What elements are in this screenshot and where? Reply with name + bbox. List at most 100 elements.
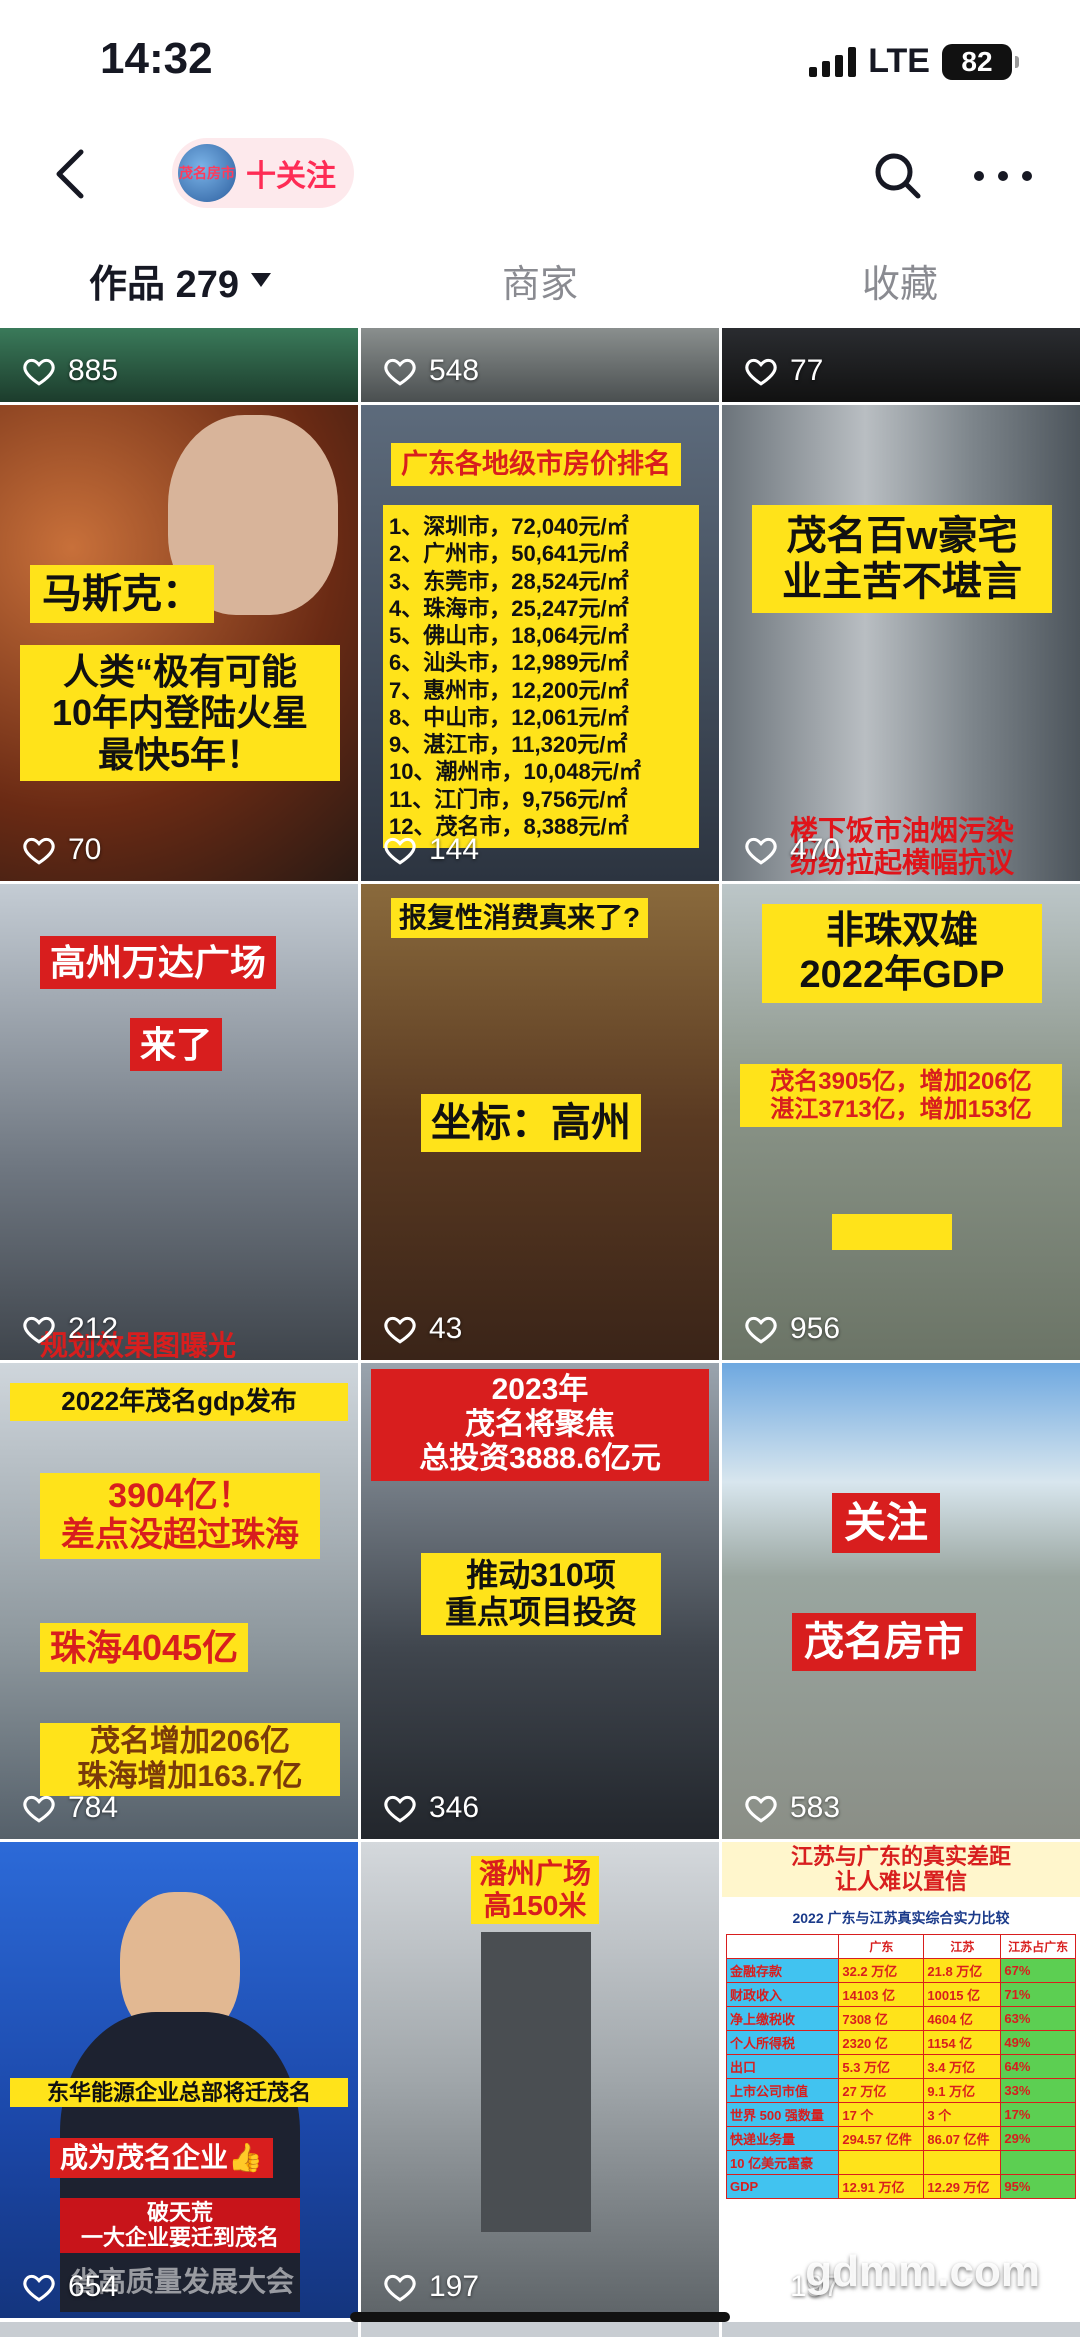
table-cell: 12.91 万亿 [838, 2174, 925, 2199]
video-caption: 关注 [832, 1493, 941, 1554]
table-header-cell: 广东 [838, 1934, 925, 1959]
comparison-table: 广东 江苏 江苏占广东 金融存款 32.2 万亿 21.8 万亿 67% 财政收入 14103 … [725, 1934, 1076, 2199]
table-cell: 27 万亿 [838, 2078, 925, 2103]
video-caption: 东华能源企业总部将迁茂名 [10, 2078, 348, 2108]
back-button[interactable] [40, 144, 100, 204]
like-count-value: 212 [68, 1312, 119, 1345]
table-cell: 4604 亿 [923, 2006, 1002, 2031]
table-cell: 33% [1000, 2078, 1076, 2103]
video-caption: 来了 [130, 1018, 223, 1072]
like-count-value: 70 [68, 833, 102, 866]
video-caption: 2023年 茂名将聚焦 总投资3888.6亿元 [371, 1369, 709, 1481]
table-cell [1000, 2150, 1076, 2175]
table-cell: 64% [1000, 2054, 1076, 2079]
video-thumbnail[interactable]: 高州万达广场 来了 规划效果图曝光 212 [0, 884, 358, 1360]
table-row: 上市公司市值 27 万亿 9.1 万亿 33% [725, 2078, 1076, 2103]
heart-icon [23, 2274, 55, 2302]
table-cell: 快递业务量 [725, 2126, 840, 2151]
like-count-value: 77 [790, 354, 824, 387]
more-options-icon[interactable] [968, 146, 1038, 206]
table-header-cell: 江苏 [923, 1934, 1002, 1959]
heart-icon [384, 1316, 416, 1344]
video-thumbnail[interactable]: 2022年茂名gdp发布 3904亿！ 差点没超过珠海 珠海4045亿 茂名增加… [0, 1363, 358, 1839]
video-caption: 潘州广场 高150米 [471, 1856, 600, 1925]
like-count: 784 [22, 1791, 118, 1825]
like-count: 77 [744, 354, 823, 388]
table-header-row: 广东 江苏 江苏占广东 [725, 1934, 1076, 1959]
video-thumbnail[interactable]: 马斯克： 人类“极有可能 10年内登陆火星 最快5年！ 70 [0, 405, 358, 881]
video-row: 2022年茂名gdp发布 3904亿！ 差点没超过珠海 珠海4045亿 茂名增加… [0, 1363, 1080, 1839]
video-caption: 坐标：高州 [421, 1094, 641, 1152]
like-count-value: 956 [790, 1312, 841, 1345]
video-caption: 2022年茂名gdp发布 [10, 1383, 348, 1421]
video-caption: 马斯克： [30, 565, 214, 623]
battery-icon: 82 [942, 43, 1019, 80]
like-count-value: 346 [429, 1791, 480, 1824]
video-caption: 破天荒 一大企业要迁到茂名 [60, 2198, 300, 2253]
video-row: 马斯克： 人类“极有可能 10年内登陆火星 最快5年！ 70 广东各地级市房价排… [0, 405, 1080, 881]
like-count: 70 [22, 833, 101, 867]
table-cell: 294.57 亿件 [838, 2126, 925, 2151]
like-count: 885 [22, 354, 118, 388]
tab-favorites-label: 收藏 [861, 263, 938, 306]
tab-favorites[interactable]: 收藏 [720, 235, 1080, 325]
like-count: 43 [383, 1312, 462, 1346]
video-caption: 茂名房市 [792, 1613, 976, 1671]
table-cell: 21.8 万亿 [923, 1958, 1002, 1983]
video-thumbnail[interactable]: 东华能源企业总部将迁茂名 成为茂名企业👍 破天荒 一大企业要迁到茂名 省高质量发… [0, 1842, 358, 2318]
video-caption: 1、深圳市，72,040元/㎡ 2、广州市，50,641元/㎡ 3、东莞市，28… [383, 505, 699, 849]
table-header-cell [725, 1934, 840, 1959]
heart-icon [745, 837, 777, 865]
heart-icon [23, 1316, 55, 1344]
video-caption: 高州万达广场 [40, 936, 277, 990]
watermark: gdmm.com [805, 2247, 1040, 2296]
video-row: 高州万达广场 来了 规划效果图曝光 212 报复性消费真来了? 坐标：高州 43… [0, 884, 1080, 1360]
home-indicator[interactable] [350, 2312, 730, 2322]
video-thumbnail[interactable]: 关注 茂名房市 583 [722, 1363, 1080, 1839]
video-thumbnail[interactable]: 茂名百w豪宅 业主苦不堪言 楼下饭市油烟污染 纷纷拉起横幅抗议 470 [722, 405, 1080, 881]
table-cell: GDP [725, 2174, 840, 2199]
heart-icon [384, 1795, 416, 1823]
video-caption: 珠海4045亿 [40, 1623, 249, 1673]
table-cell: 12.29 万亿 [923, 2174, 1002, 2199]
table-cell: 5.3 万亿 [838, 2054, 925, 2079]
table-cell: 29% [1000, 2126, 1076, 2151]
table-cell: 32.2 万亿 [838, 1958, 925, 1983]
video-thumbnail[interactable]: 77 [722, 328, 1080, 402]
heart-icon [384, 837, 416, 865]
follow-button[interactable]: 茂名房市 十关注 [172, 138, 354, 208]
tab-merchant[interactable]: 商家 [360, 235, 720, 325]
video-thumbnail[interactable]: 非珠双雄 2022年GDP 茂名3905亿，增加206亿 湛江3713亿，增加1… [722, 884, 1080, 1360]
search-button[interactable] [868, 146, 928, 206]
video-caption: 茂名3905亿，增加206亿 湛江3713亿，增加153亿 [740, 1064, 1062, 1128]
avatar[interactable]: 茂名房市 [178, 144, 236, 202]
video-thumbnail[interactable]: 548 [361, 328, 719, 402]
video-caption: 茂名百w豪宅 业主苦不堪言 [752, 505, 1052, 613]
tab-works[interactable]: 作品 279 [0, 235, 360, 325]
next-row-partial [0, 2322, 1080, 2337]
table-cell: 17 个 [838, 2102, 925, 2127]
table-cell: 10015 亿 [923, 1982, 1002, 2007]
heart-icon [745, 1795, 777, 1823]
table-cell: 1154 亿 [923, 2030, 1002, 2055]
table-row: 财政收入 14103 亿 10015 亿 71% [725, 1982, 1076, 2007]
video-thumbnail[interactable]: 报复性消费真来了? 坐标：高州 43 [361, 884, 719, 1360]
table-cell: 财政收入 [725, 1982, 840, 2007]
profile-tabs: 作品 279 商家 收藏 [0, 235, 1080, 325]
table-row: 快递业务量 294.57 亿件 86.07 亿件 29% [725, 2126, 1076, 2151]
video-thumbnail[interactable]: 885 [0, 328, 358, 402]
chevron-left-icon [56, 149, 84, 199]
video-caption: 江苏与广东的真实差距 让人难以置信 [722, 1842, 1080, 1897]
table-row: 净上缴税收 7308 亿 4604 亿 63% [725, 2006, 1076, 2031]
like-count-value: 885 [68, 354, 119, 387]
video-thumbnail[interactable]: 广东各地级市房价排名 1、深圳市，72,040元/㎡ 2、广州市，50,641元… [361, 405, 719, 881]
video-caption: 3904亿！ 差点没超过珠海 [40, 1473, 320, 1560]
like-count-value: 548 [429, 354, 480, 387]
heart-icon [23, 837, 55, 865]
table-cell [838, 2150, 925, 2175]
video-caption: 报复性消费真来了? [391, 898, 649, 939]
heart-icon [23, 358, 55, 386]
video-thumbnail[interactable]: 潘州广场 高150米 197 [361, 1842, 719, 2318]
video-caption: 广东各地级市房价排名 [391, 443, 681, 487]
video-thumbnail[interactable]: 2023年 茂名将聚焦 总投资3888.6亿元 推动310项 重点项目投资 34… [361, 1363, 719, 1839]
